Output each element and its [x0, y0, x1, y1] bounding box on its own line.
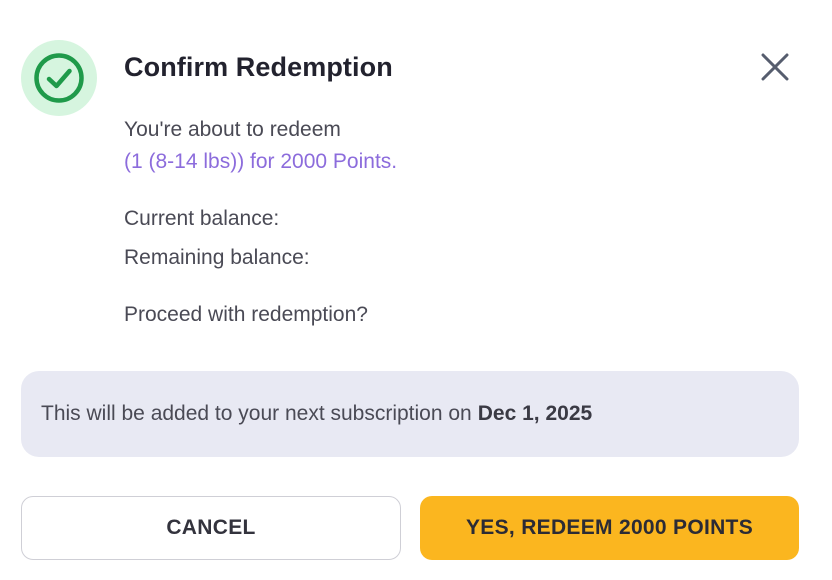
confirm-redemption-dialog: Confirm Redemption You're about to redee…	[0, 0, 832, 580]
close-icon	[761, 53, 789, 81]
check-circle-icon	[21, 40, 97, 116]
notice-text: This will be added to your next subscrip…	[41, 402, 472, 425]
cancel-button[interactable]: CANCEL	[21, 496, 401, 560]
proceed-question: Proceed with redemption?	[124, 303, 368, 326]
dialog-title: Confirm Redemption	[124, 52, 393, 82]
redeem-item-text: (1 (8-14 lbs)) for 2000 Points.	[124, 150, 398, 173]
current-balance-label: Current balance:	[124, 207, 280, 230]
close-button[interactable]	[754, 46, 796, 88]
remaining-balance-label: Remaining balance:	[124, 246, 310, 269]
confirm-redeem-button[interactable]: YES, REDEEM 2000 POINTS	[420, 496, 799, 560]
redeem-intro-text: You're about to redeem	[124, 118, 341, 141]
notice-date: Dec 1, 2025	[477, 402, 593, 425]
subscription-notice: This will be added to your next subscrip…	[21, 371, 799, 457]
